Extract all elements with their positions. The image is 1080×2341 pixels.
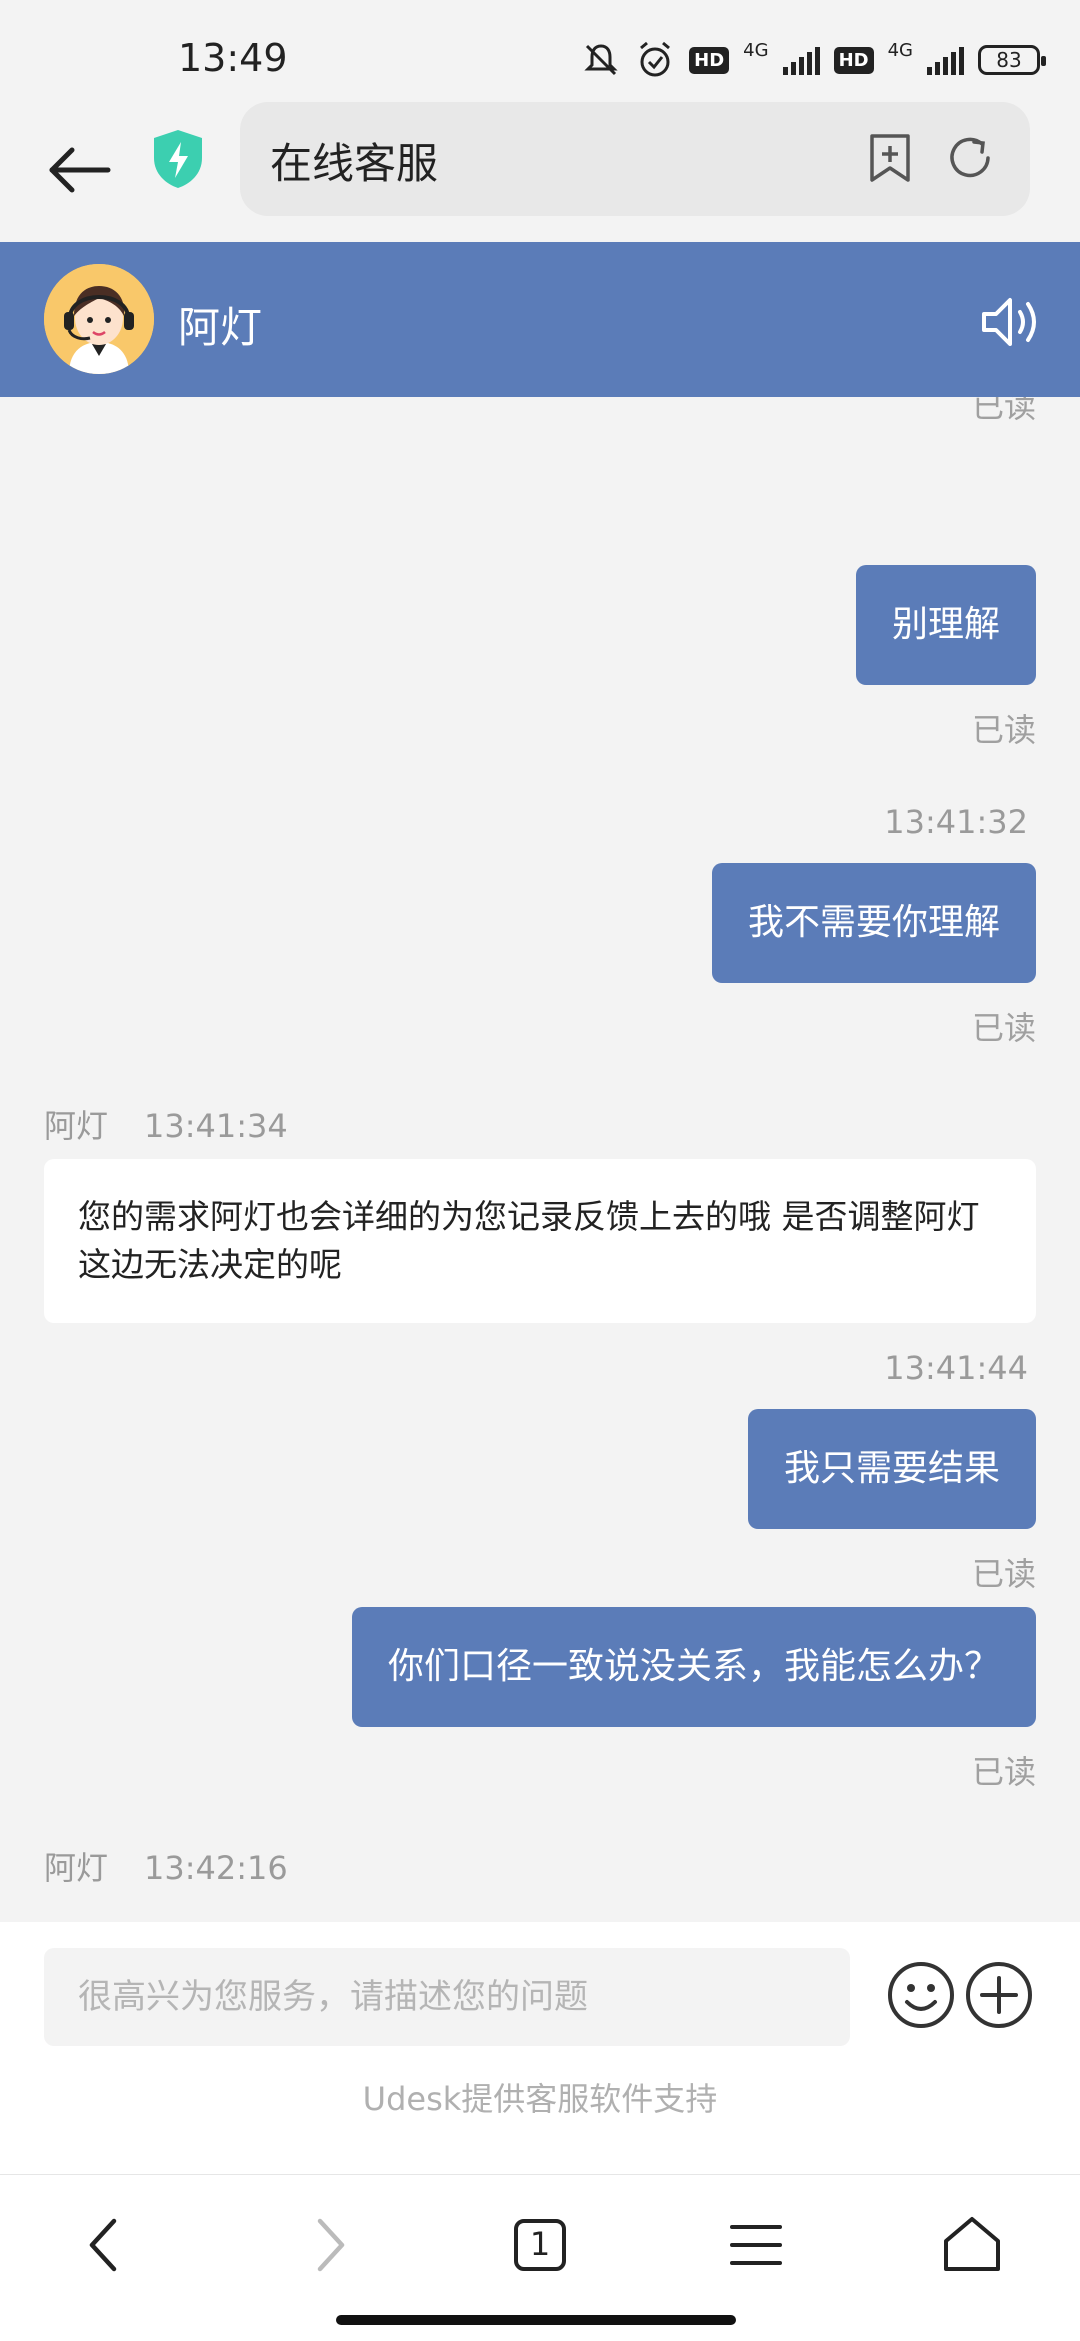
alarm-icon: [640, 41, 671, 77]
status-time: 13:49: [178, 36, 288, 80]
reload-icon[interactable]: [944, 132, 996, 184]
incoming-meta: 阿灯 13:42:16: [44, 1843, 288, 1889]
add-attachment-icon[interactable]: [964, 1960, 1034, 2030]
menu-icon[interactable]: [716, 2205, 796, 2285]
read-receipt: 已读: [971, 1753, 1036, 1791]
back-arrow-icon[interactable]: [40, 130, 120, 210]
status-icons: HD 4G HD 4G 83: [581, 38, 1046, 82]
add-bookmark-icon[interactable]: [864, 132, 916, 184]
message-time: 13:41:34: [144, 1107, 288, 1145]
message-timestamp: 13:41:44: [884, 1349, 1028, 1387]
signal-icon: [782, 45, 820, 75]
home-indicator[interactable]: [336, 2315, 736, 2325]
emoji-icon[interactable]: [886, 1960, 956, 2030]
agent-name: 阿灯: [178, 303, 263, 352]
browser-toolbar: 在线客服: [0, 100, 1080, 242]
mute-icon: [584, 44, 618, 76]
status-bar: 13:49 HD 4G HD 4G 83: [0, 0, 1080, 100]
network-label-2: 4G: [887, 39, 913, 61]
security-shield-icon[interactable]: [150, 128, 206, 190]
browser-bottom-nav: 1: [0, 2174, 1080, 2341]
composer: Udesk提供客服软件支持: [0, 1922, 1080, 2174]
message-input[interactable]: [44, 1948, 850, 2046]
speaker-icon[interactable]: [978, 292, 1044, 352]
outgoing-message[interactable]: 你们口径一致说没关系，我能怎么办？: [351, 1607, 1036, 1727]
hd-badge: HD: [689, 46, 730, 74]
network-label: 4G: [743, 39, 769, 61]
read-receipt: 已读: [971, 397, 1036, 425]
home-icon[interactable]: [932, 2205, 1012, 2285]
sender-name: 阿灯: [44, 1107, 109, 1145]
hd-badge-2: HD: [833, 46, 874, 74]
agent-avatar: [44, 264, 154, 374]
nav-forward-icon[interactable]: [288, 2205, 368, 2285]
tabs-button[interactable]: 1: [500, 2205, 580, 2285]
page-title: 在线客服: [270, 139, 439, 188]
incoming-meta: 阿灯 13:41:34: [44, 1101, 288, 1147]
outgoing-message[interactable]: 我不需要你理解: [711, 863, 1036, 983]
read-receipt: 已读: [971, 1555, 1036, 1593]
outgoing-message[interactable]: 别理解: [855, 565, 1036, 685]
battery-indicator: 83: [978, 45, 1046, 75]
read-receipt: 已读: [971, 711, 1036, 749]
outgoing-message[interactable]: 我只需要结果: [747, 1409, 1036, 1529]
powered-by-text: Udesk提供客服软件支持: [362, 2080, 718, 2118]
read-receipt: 已读: [971, 1009, 1036, 1047]
agent-avatar-image: [44, 264, 154, 374]
battery-level: 83: [996, 48, 1022, 72]
message-timestamp: 13:41:32: [884, 803, 1028, 841]
message-list[interactable]: 已读 别理解 已读 13:41:32 我不需要你理解 已读 阿灯 13:41:34…: [0, 397, 1080, 1922]
chat-header: 阿灯: [0, 242, 1080, 397]
tab-count: 1: [529, 2225, 551, 2263]
incoming-message[interactable]: 您的需求阿灯也会详细的为您记录反馈上去的哦 是否调整阿灯这边无法决定的呢: [44, 1159, 1036, 1323]
message-time: 13:42:16: [144, 1849, 288, 1887]
address-bar[interactable]: 在线客服: [240, 102, 1030, 216]
sender-name: 阿灯: [44, 1849, 109, 1887]
message-input-box[interactable]: [44, 1948, 850, 2046]
signal-icon-2: [927, 45, 964, 75]
nav-back-icon[interactable]: [66, 2205, 146, 2285]
